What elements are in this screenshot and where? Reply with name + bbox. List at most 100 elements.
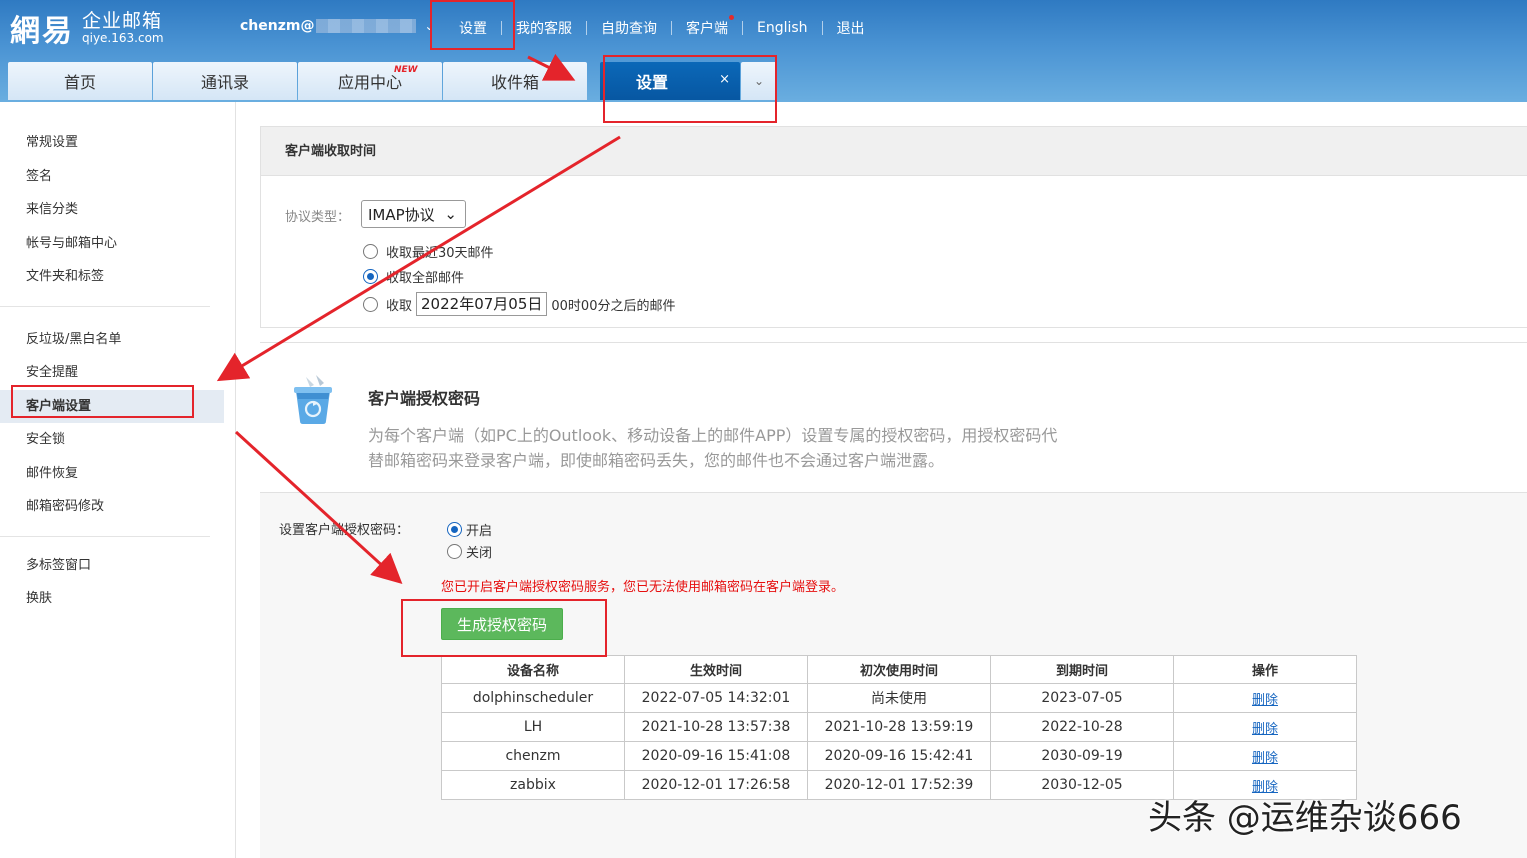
device-name: LH (441, 712, 625, 742)
expire-time: 2030-09-19 (990, 741, 1174, 771)
sidebar-item-client-settings[interactable]: 客户端设置 (0, 389, 224, 423)
tab-contacts[interactable]: 通讯录 (153, 62, 297, 100)
tab-more-dropdown[interactable]: ⌄ (741, 62, 777, 100)
option-recent-30-days[interactable]: 收取最近30天邮件 (363, 242, 494, 261)
auth-password-intro: 客户端授权密码 为每个客户端（如PC上的Outlook、移动设备上的邮件APP）… (260, 342, 1527, 492)
tab-app-center[interactable]: 应用中心 NEW (298, 62, 442, 100)
action-cell: 删除 (1173, 712, 1357, 742)
first-use-time: 2021-10-28 13:59:19 (807, 712, 991, 742)
logo-mark: 網易 (10, 14, 74, 49)
expire-time: 2022-10-28 (990, 712, 1174, 742)
delete-link[interactable]: 删除 (1252, 751, 1278, 766)
notification-dot (729, 15, 734, 20)
generate-auth-password-button[interactable]: 生成授权密码 (441, 608, 563, 640)
first-use-time: 2020-09-16 15:42:41 (807, 741, 991, 771)
sidebar-item-security-lock[interactable]: 安全锁 (0, 423, 224, 457)
tab-home[interactable]: 首页 (8, 62, 152, 100)
user-name: chenzm@ (240, 18, 315, 34)
col-effective-time: 生效时间 (624, 655, 808, 684)
nav-settings[interactable]: 设置 (445, 18, 501, 38)
nav-client[interactable]: 客户端 (672, 15, 742, 38)
chevron-down-icon[interactable]: ⌄ (424, 19, 434, 33)
recycle-bin-icon (294, 375, 332, 424)
main-tabs: 首页 通讯录 应用中心 NEW 收件箱 设置 × ⌄ (8, 62, 778, 100)
sidebar-item-skin[interactable]: 换肤 (0, 582, 224, 616)
effective-time: 2022-07-05 14:32:01 (624, 683, 808, 713)
sidebar-item-account-center[interactable]: 帐号与邮箱中心 (0, 227, 224, 261)
col-device-name: 设备名称 (441, 655, 625, 684)
tab-settings[interactable]: 设置 × (600, 62, 740, 100)
tab-settings-label: 设置 (636, 73, 669, 92)
table-row: LH 2021-10-28 13:57:38 2021-10-28 13:59:… (441, 712, 1357, 742)
device-table: 设备名称 生效时间 初次使用时间 到期时间 操作 dolphinschedule… (441, 655, 1357, 800)
effective-time: 2020-09-16 15:41:08 (624, 741, 808, 771)
effective-time: 2020-12-01 17:26:58 (624, 770, 808, 800)
sidebar-item-mail-filter[interactable]: 来信分类 (0, 193, 224, 227)
option-all-label: 收取全部邮件 (386, 271, 465, 286)
option-all-mail[interactable]: 收取全部邮件 (363, 267, 464, 286)
settings-sidebar: 常规设置 签名 来信分类 帐号与邮箱中心 文件夹和标签 反垃圾/黑白名单 安全提… (0, 102, 236, 858)
first-use-time: 2020-12-01 17:52:39 (807, 770, 991, 800)
chevron-down-icon: ⌄ (753, 74, 765, 88)
sidebar-item-folders-tags[interactable]: 文件夹和标签 (0, 260, 224, 294)
date-input[interactable]: 2022年07月05日 (416, 292, 548, 316)
first-use-time: 尚未使用 (807, 683, 991, 713)
expire-time: 2030-12-05 (990, 770, 1174, 800)
option-auth-off[interactable]: 关闭 (447, 542, 492, 561)
logo-title: 企业邮箱 (82, 9, 163, 32)
radio-all[interactable] (363, 269, 378, 284)
close-icon[interactable]: × (719, 72, 730, 87)
action-cell: 删除 (1173, 683, 1357, 713)
sidebar-group-security: 反垃圾/黑白名单 安全提醒 客户端设置 安全锁 邮件恢复 邮箱密码修改 (0, 307, 235, 524)
sidebar-item-multi-tab[interactable]: 多标签窗口 (0, 549, 224, 583)
delete-link[interactable]: 删除 (1252, 722, 1278, 737)
sidebar-group-general: 常规设置 签名 来信分类 帐号与邮箱中心 文件夹和标签 (0, 102, 235, 294)
main-content: 客户端收取时间 协议类型： IMAP协议 ⌄ 收取最近30天邮件 收取全部邮件 … (260, 126, 1527, 858)
table-row: dolphinscheduler 2022-07-05 14:32:01 尚未使… (441, 683, 1357, 713)
nav-logout[interactable]: 退出 (823, 18, 879, 38)
option-from-suffix: 00时00分之后的邮件 (551, 298, 676, 314)
new-badge: NEW (394, 65, 418, 75)
chevron-down-icon: ⌄ (444, 205, 457, 223)
logo[interactable]: 網易 企业邮箱 qiye.163.com (10, 8, 164, 49)
option-recent-label: 收取最近30天邮件 (386, 246, 494, 261)
sidebar-item-general[interactable]: 常规设置 (0, 126, 224, 160)
delete-link[interactable]: 删除 (1252, 693, 1278, 708)
col-expire: 到期时间 (990, 655, 1174, 684)
expire-time: 2023-07-05 (990, 683, 1174, 713)
option-auth-on[interactable]: 开启 (447, 520, 492, 539)
nav-english[interactable]: English (743, 20, 822, 36)
option-from-prefix: 收取 (386, 298, 413, 314)
option-auth-off-label: 关闭 (466, 546, 493, 561)
watermark: 头条 @运维杂谈666 (1148, 798, 1462, 838)
user-account-menu[interactable]: chenzm@ ⌄ (240, 18, 435, 34)
radio-recent[interactable] (363, 244, 378, 259)
sidebar-item-password-change[interactable]: 邮箱密码修改 (0, 490, 224, 524)
sidebar-item-signature[interactable]: 签名 (0, 160, 224, 194)
device-name: zabbix (441, 770, 625, 800)
sidebar-item-antispam[interactable]: 反垃圾/黑白名单 (0, 323, 224, 357)
device-name: chenzm (441, 741, 625, 771)
tab-inbox[interactable]: 收件箱 (443, 62, 587, 100)
col-action: 操作 (1173, 655, 1357, 684)
radio-auth-on[interactable] (447, 522, 462, 537)
radio-auth-off[interactable] (447, 544, 462, 559)
protocol-select[interactable]: IMAP协议 ⌄ (361, 200, 466, 228)
auth-title: 客户端授权密码 (368, 389, 481, 408)
option-auth-on-label: 开启 (466, 524, 493, 539)
tab-app-center-label: 应用中心 (337, 73, 402, 92)
table-row: chenzm 2020-09-16 15:41:08 2020-09-16 15… (441, 741, 1357, 771)
auth-description: 为每个客户端（如PC上的Outlook、移动设备上的邮件APP）设置专属的授权密… (368, 426, 1058, 470)
radio-from-date[interactable] (363, 296, 378, 312)
option-from-date[interactable]: 收取 2022年07月05日 00时00分之后的邮件 (363, 292, 675, 316)
sidebar-item-mail-recovery[interactable]: 邮件恢复 (0, 457, 224, 491)
top-nav: 设置 我的客服 自助查询 客户端 English 退出 (445, 15, 879, 38)
nav-my-service[interactable]: 我的客服 (502, 18, 586, 38)
top-header: 網易 企业邮箱 qiye.163.com chenzm@ ⌄ 设置 我的客服 自… (0, 0, 1527, 102)
protocol-label: 协议类型： (285, 210, 351, 225)
sidebar-item-security-alert[interactable]: 安全提醒 (0, 356, 224, 390)
col-first-use: 初次使用时间 (807, 655, 991, 684)
auth-warning: 您已开启客户端授权密码服务，您已无法使用邮箱密码在客户端登录。 (441, 580, 845, 595)
nav-self-service[interactable]: 自助查询 (587, 18, 671, 38)
client-fetch-panel: 协议类型： IMAP协议 ⌄ 收取最近30天邮件 收取全部邮件 收取 2022年… (260, 176, 1527, 328)
